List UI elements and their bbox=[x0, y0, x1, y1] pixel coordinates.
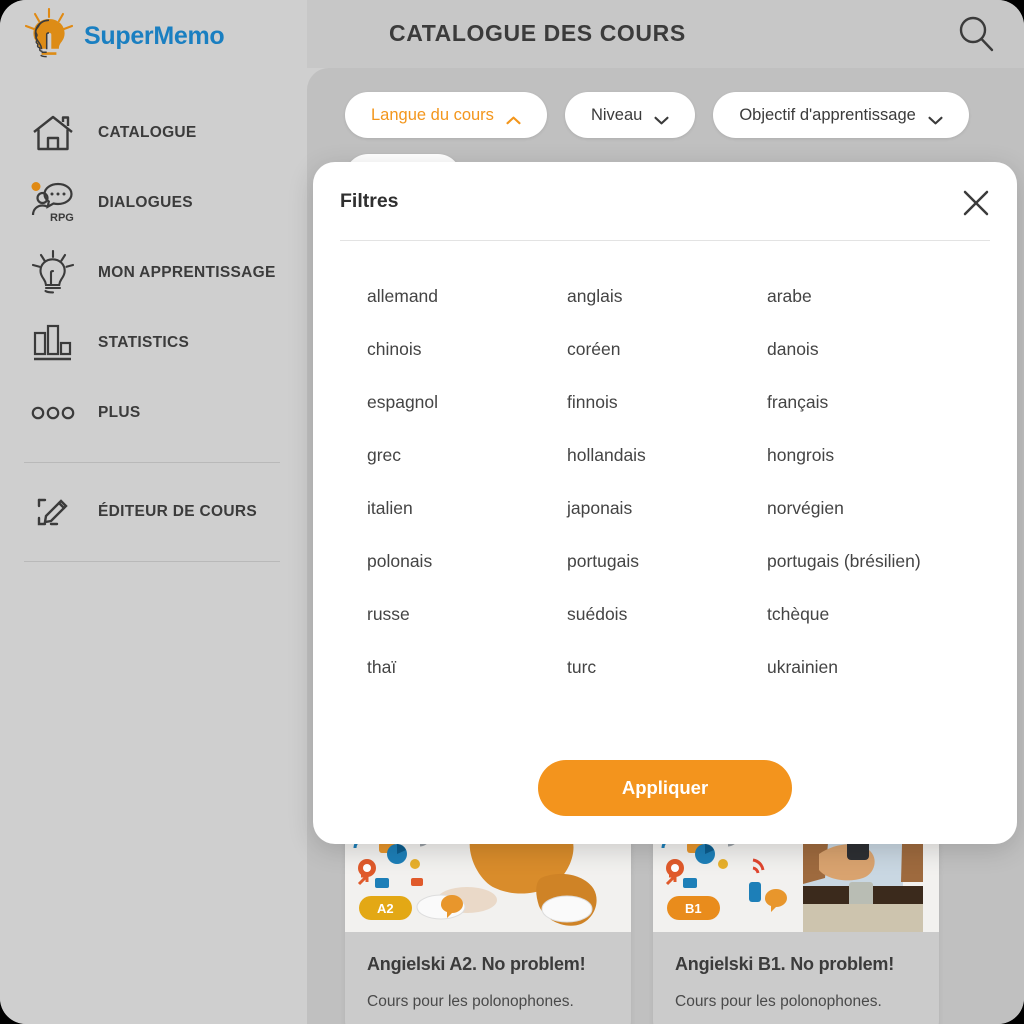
sidebar: SuperMemo CATALOGUE RPG DIALOGUES MON AP… bbox=[0, 0, 307, 1024]
chevron-down-icon bbox=[654, 111, 669, 124]
course-level-badge: A2 bbox=[359, 896, 412, 920]
language-option-anglais[interactable]: anglais bbox=[567, 270, 767, 323]
language-option-coreen[interactable]: coréen bbox=[567, 323, 767, 376]
sidebar-item-label: STATISTICS bbox=[98, 334, 190, 351]
svg-text:RPG: RPG bbox=[50, 212, 74, 224]
page-title: CATALOGUE DES COURS bbox=[389, 20, 686, 46]
edit-pencil-icon bbox=[26, 489, 80, 535]
sidebar-item-label: DIALOGUES bbox=[98, 194, 193, 211]
language-option-russe[interactable]: russe bbox=[367, 588, 567, 641]
chevron-down-icon bbox=[928, 111, 943, 124]
lightbulb-head-icon bbox=[22, 7, 76, 64]
language-option-grec[interactable]: grec bbox=[367, 429, 567, 482]
course-card-subtitle: Cours pour les polonophones. bbox=[367, 993, 574, 1010]
language-option-espagnol[interactable]: espagnol bbox=[367, 376, 567, 429]
brand-name: SuperMemo bbox=[84, 21, 225, 50]
language-option-portugais-bresilien[interactable]: portugais (brésilien) bbox=[767, 535, 967, 588]
language-option-norvegien[interactable]: norvégien bbox=[767, 482, 967, 535]
filter-pill-label: Objectif d'apprentissage bbox=[739, 105, 916, 124]
filter-pill-label: Niveau bbox=[590, 105, 643, 124]
language-option-thai[interactable]: thaï bbox=[367, 641, 567, 694]
top-header: CATALOGUE DES COURS bbox=[307, 0, 1024, 68]
sidebar-item-label: CATALOGUE bbox=[98, 124, 197, 141]
sidebar-item-plus[interactable]: PLUS bbox=[0, 378, 307, 448]
modal-footer: Appliquer bbox=[313, 760, 1017, 816]
search-icon[interactable] bbox=[956, 14, 998, 56]
filters-modal: Filtres allemand anglais arabe chinois c… bbox=[313, 162, 1017, 844]
filter-pill-label: Langue du cours bbox=[371, 105, 494, 124]
language-option-grid: allemand anglais arabe chinois coréen da… bbox=[367, 270, 967, 694]
language-option-francais[interactable]: français bbox=[767, 376, 967, 429]
language-option-japonais[interactable]: japonais bbox=[567, 482, 767, 535]
modal-title: Filtres bbox=[340, 190, 399, 212]
language-option-polonais[interactable]: polonais bbox=[367, 535, 567, 588]
filter-pill-langue-du-cours[interactable]: Langue du cours bbox=[345, 92, 547, 138]
course-card-subtitle: Cours pour les polonophones. bbox=[675, 993, 882, 1010]
home-icon bbox=[26, 110, 80, 156]
apply-button[interactable]: Appliquer bbox=[538, 760, 792, 816]
lightbulb-head-icon bbox=[26, 250, 80, 296]
sidebar-divider-top bbox=[24, 462, 280, 463]
sidebar-item-label: PLUS bbox=[98, 404, 141, 421]
language-option-italien[interactable]: italien bbox=[367, 482, 567, 535]
language-option-allemand[interactable]: allemand bbox=[367, 270, 567, 323]
brand-logo[interactable]: SuperMemo bbox=[22, 7, 225, 64]
language-option-tcheque[interactable]: tchèque bbox=[767, 588, 967, 641]
app-window: SuperMemo CATALOGUE RPG DIALOGUES MON AP… bbox=[0, 0, 1024, 1024]
sidebar-nav: CATALOGUE RPG DIALOGUES MON APPRENTISSAG… bbox=[0, 98, 307, 576]
language-option-ukrainien[interactable]: ukrainien bbox=[767, 641, 967, 694]
language-option-danois[interactable]: danois bbox=[767, 323, 967, 376]
filter-pill-niveau[interactable]: Niveau bbox=[564, 92, 696, 138]
sidebar-item-mon-apprentissage[interactable]: MON APPRENTISSAGE bbox=[0, 238, 307, 308]
language-option-hongrois[interactable]: hongrois bbox=[767, 429, 967, 482]
language-option-hollandais[interactable]: hollandais bbox=[567, 429, 767, 482]
sidebar-item-dialogues[interactable]: RPG DIALOGUES bbox=[0, 168, 307, 238]
bar-chart-icon bbox=[26, 320, 80, 366]
sidebar-item-label: ÉDITEUR DE COURS bbox=[98, 503, 257, 520]
filter-pill-objectif-dapprentissage[interactable]: Objectif d'apprentissage bbox=[713, 92, 969, 138]
sidebar-item-statistics[interactable]: STATISTICS bbox=[0, 308, 307, 378]
chevron-up-icon bbox=[506, 111, 521, 124]
sidebar-item-label: MON APPRENTISSAGE bbox=[98, 264, 276, 281]
course-card-title: Angielski B1. No problem! bbox=[675, 954, 895, 974]
modal-divider bbox=[340, 240, 990, 241]
language-option-turc[interactable]: turc bbox=[567, 641, 767, 694]
close-icon[interactable] bbox=[959, 186, 993, 220]
course-card-title: Angielski A2. No problem! bbox=[367, 954, 586, 974]
language-option-arabe[interactable]: arabe bbox=[767, 270, 967, 323]
language-option-chinois[interactable]: chinois bbox=[367, 323, 567, 376]
more-dots-icon bbox=[26, 390, 80, 436]
language-option-suedois[interactable]: suédois bbox=[567, 588, 767, 641]
chat-rpg-icon: RPG bbox=[26, 180, 80, 226]
sidebar-divider-bottom bbox=[24, 561, 280, 562]
language-option-portugais[interactable]: portugais bbox=[567, 535, 767, 588]
language-option-finnois[interactable]: finnois bbox=[567, 376, 767, 429]
course-level-badge: B1 bbox=[667, 896, 720, 920]
sidebar-item-editeur-de-cours[interactable]: ÉDITEUR DE COURS bbox=[0, 477, 307, 547]
sidebar-item-catalogue[interactable]: CATALOGUE bbox=[0, 98, 307, 168]
